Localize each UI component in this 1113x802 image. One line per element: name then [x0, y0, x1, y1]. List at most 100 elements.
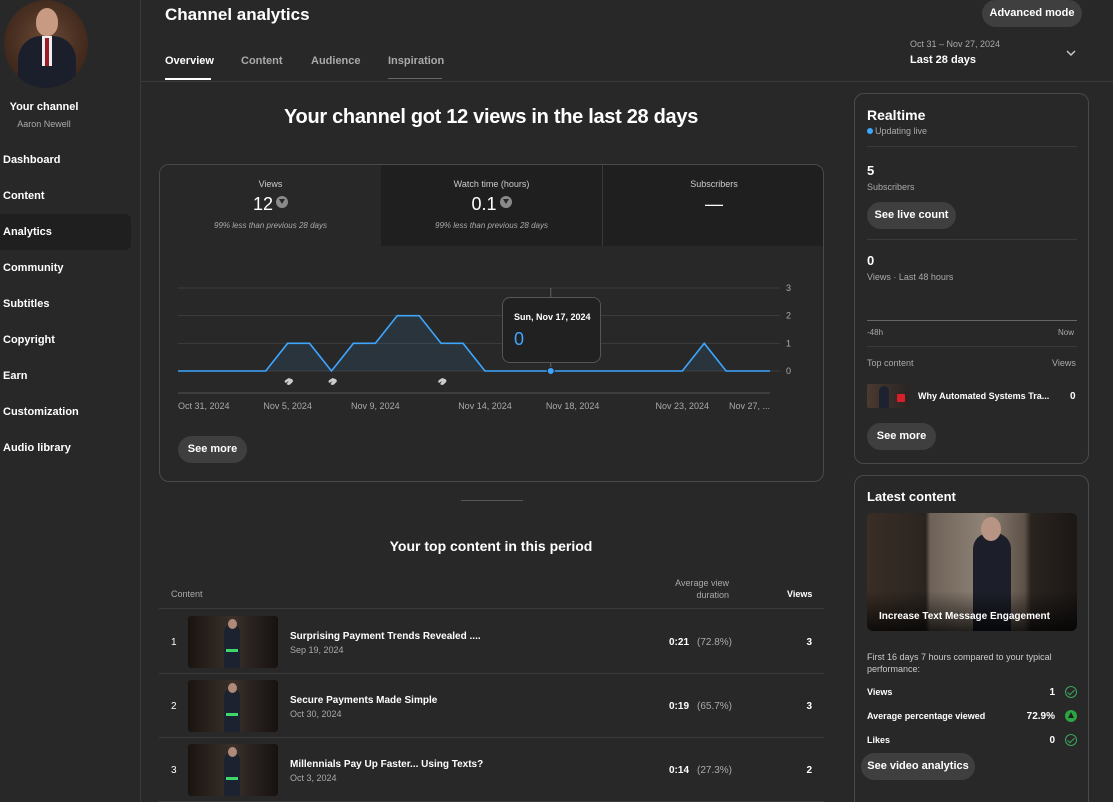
realtime-tick-end: Now [1058, 328, 1075, 337]
app-root: Your channel Aaron Newell Dashboard Cont… [0, 0, 1113, 802]
realtime-subscribers-label: Subscribers [867, 182, 915, 192]
video-date: Oct 30, 2024 [290, 709, 342, 719]
chevron-down-icon[interactable] [1064, 46, 1078, 60]
metric-subscribers[interactable]: Subscribers — [602, 165, 823, 246]
video-thumbnail[interactable] [188, 616, 278, 668]
see-more-button[interactable]: See more [178, 436, 247, 463]
arrow-up-circle-icon [1065, 710, 1077, 722]
avg-duration: 0:21 [669, 637, 690, 648]
sidebar-item-audio-library[interactable]: Audio library [0, 430, 131, 466]
avatar[interactable] [4, 0, 88, 88]
latest-stat-likes: Likes 0 [867, 734, 1077, 746]
avg-percent: (65.7%) [697, 701, 733, 712]
video-date: Sep 19, 2024 [290, 645, 344, 655]
metric-label: Views [258, 179, 283, 189]
video-date: Oct 3, 2024 [290, 773, 337, 783]
tooltip-date: Sun, Nov 17, 2024 [514, 312, 591, 322]
see-live-count-button[interactable]: See live count [867, 202, 956, 229]
trend-down-icon [499, 196, 512, 208]
latest-performance-note: First 16 days 7 hours compared to your t… [867, 652, 1052, 674]
col-content: Content [171, 589, 203, 599]
sidebar-nav: Dashboard Content Analytics Community Su… [0, 142, 131, 466]
views-chart[interactable]: 0 1 2 3 Oct 31, 2024 Nov 5, 2024 Nov 9, 2024 No… [160, 246, 824, 416]
date-range[interactable]: Oct 31 – Nov 27, 2024 [910, 39, 1000, 49]
row-views: 2 [806, 765, 812, 776]
see-video-analytics-button[interactable]: See video analytics [861, 753, 975, 780]
metric-value: 12 [160, 194, 381, 215]
realtime-chart-axis [867, 320, 1077, 321]
tab-overview[interactable]: Overview [165, 55, 214, 67]
video-title[interactable]: Millennials Pay Up Faster... Using Texts… [290, 759, 483, 770]
divider [867, 346, 1077, 347]
advanced-mode-button[interactable]: Advanced mode [982, 0, 1082, 27]
realtime-title: Realtime [867, 107, 926, 123]
metric-value: 0.1 [381, 194, 602, 215]
realtime-views-value: 0 [867, 253, 875, 268]
live-dot-icon [867, 128, 873, 134]
latest-content-title: Latest content [867, 489, 956, 504]
video-thumbnail[interactable] [188, 680, 278, 732]
metric-value: — [705, 194, 723, 214]
col-average-view-duration[interactable]: Average view duration [659, 577, 729, 601]
x-tick-label: Nov 9, 2024 [351, 401, 400, 411]
y-tick-label: 0 [786, 366, 791, 376]
sidebar: Your channel Aaron Newell Dashboard Cont… [0, 0, 141, 802]
x-tick-label: Nov 5, 2024 [263, 401, 312, 411]
realtime-top-video-views: 0 [1070, 391, 1076, 402]
tooltip-value: 0 [514, 329, 525, 349]
latest-content-panel: Latest content Increase Text Message Eng… [854, 475, 1089, 802]
video-title[interactable]: Secure Payments Made Simple [290, 695, 437, 706]
y-tick-label: 1 [786, 338, 791, 348]
x-tick-label: Nov 18, 2024 [546, 401, 600, 411]
realtime-see-more-button[interactable]: See more [867, 423, 936, 450]
tab-inspiration[interactable]: Inspiration [388, 55, 444, 67]
video-title[interactable]: Surprising Payment Trends Revealed .... [290, 631, 481, 642]
chart-tooltip: Sun, Nov 17, 2024 0 [502, 297, 601, 363]
table-row[interactable]: 2 Secure Payments Made Simple Oct 30, 20… [159, 674, 824, 738]
header-divider [141, 81, 1113, 82]
realtime-subscribers-value: 5 [867, 163, 875, 178]
sidebar-item-content[interactable]: Content [0, 178, 131, 214]
latest-video-thumbnail[interactable]: Increase Text Message Engagement [867, 513, 1077, 631]
avg-duration: 0:14 [669, 765, 690, 776]
realtime-views-label: Views · Last 48 hours [867, 272, 954, 282]
tab-content[interactable]: Content [241, 55, 283, 67]
top-content-label: Top content [867, 358, 914, 368]
latest-video-title: Increase Text Message Engagement [879, 611, 1050, 622]
metric-watch-time[interactable]: Watch time (hours) 0.1 99% less than pre… [381, 165, 602, 246]
top-content-header: Content Average view duration Views [159, 575, 824, 609]
views-column-label: Views [1052, 358, 1076, 368]
sidebar-item-analytics[interactable]: Analytics [0, 214, 131, 250]
latest-stat-avg-percent: Average percentage viewed 72.9% [867, 710, 1077, 722]
col-views[interactable]: Views [787, 589, 812, 599]
chart-point [546, 367, 555, 375]
sidebar-item-earn[interactable]: Earn [0, 358, 131, 394]
trend-down-icon [276, 196, 289, 208]
date-range-label[interactable]: Last 28 days [910, 54, 976, 66]
metric-note: 99% less than previous 28 days [435, 221, 548, 230]
video-thumbnail[interactable] [188, 744, 278, 796]
page-title: Channel analytics [165, 5, 310, 24]
video-thumbnail[interactable] [867, 384, 909, 408]
channel-name: Aaron Newell [17, 119, 71, 129]
sidebar-item-community[interactable]: Community [0, 250, 131, 286]
sidebar-item-copyright[interactable]: Copyright [0, 322, 131, 358]
shorts-icon [284, 378, 293, 385]
avg-percent: (27.3%) [697, 765, 733, 776]
realtime-top-video-title[interactable]: Why Automated Systems Tra... [918, 391, 1049, 401]
top-content-title: Your top content in this period [389, 538, 593, 554]
table-row[interactable]: 3 Millennials Pay Up Faster... Using Tex… [159, 738, 824, 802]
overview-headline: Your channel got 12 views in the last 28… [283, 106, 699, 128]
realtime-panel: Realtime Updating live 5 Subscribers See… [854, 93, 1089, 464]
sidebar-item-customization[interactable]: Customization [0, 394, 131, 430]
metric-views[interactable]: Views 12 99% less than previous 28 days [160, 165, 381, 246]
divider [867, 239, 1077, 240]
tab-audience[interactable]: Audience [311, 55, 361, 67]
divider [867, 146, 1077, 147]
latest-stat-views: Views 1 [867, 686, 1077, 698]
table-row[interactable]: 1 Surprising Payment Trends Revealed ...… [159, 610, 824, 674]
sidebar-item-subtitles[interactable]: Subtitles [0, 286, 131, 322]
sidebar-item-dashboard[interactable]: Dashboard [0, 142, 131, 178]
check-circle-icon [1065, 734, 1077, 746]
avg-duration: 0:19 [669, 701, 690, 712]
